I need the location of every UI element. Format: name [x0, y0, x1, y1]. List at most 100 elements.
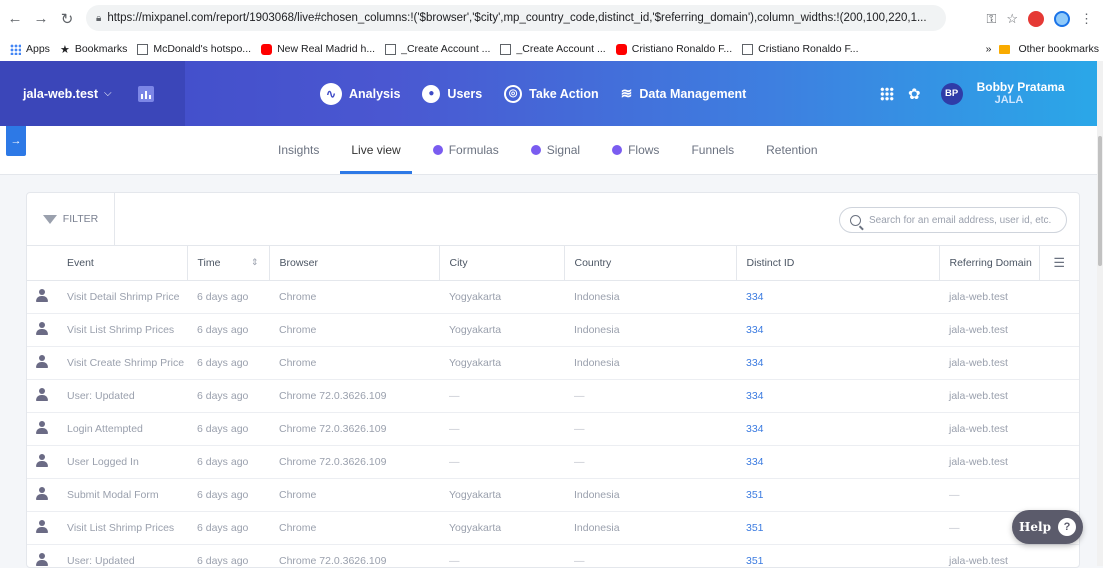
cell-referring-domain: jala-web.test: [939, 347, 1039, 380]
cell-event: User: Updated: [57, 380, 187, 413]
address-bar[interactable]: 🔒︎ https://mixpanel.com/report/1903068/l…: [86, 5, 946, 31]
nav-analysis[interactable]: ∿Analysis: [320, 83, 400, 105]
cell-country: —: [564, 545, 736, 568]
expand-sidebar-button[interactable]: →: [6, 126, 26, 156]
cell-distinct-id[interactable]: 334: [736, 347, 939, 380]
bookmark-item[interactable]: Cristiano Ronaldo F...: [616, 43, 732, 55]
tab-insights[interactable]: Insights: [262, 126, 335, 174]
cell-distinct-id[interactable]: 351: [736, 512, 939, 545]
cell-distinct-id[interactable]: 334: [736, 413, 939, 446]
cell-distinct-id[interactable]: 334: [736, 281, 939, 314]
bookmark-item[interactable]: New Real Madrid h...: [261, 43, 375, 55]
table-row[interactable]: Visit Detail Shrimp Price6 days agoChrom…: [27, 281, 1079, 314]
table-row[interactable]: User: Updated6 days agoChrome 72.0.3626.…: [27, 545, 1079, 568]
col-header-time[interactable]: Time⇕: [187, 246, 269, 281]
reload-icon[interactable]: ↻: [56, 8, 78, 30]
scrollbar-thumb[interactable]: [1098, 136, 1102, 266]
back-icon[interactable]: ←: [4, 8, 26, 30]
cell-event: Visit List Shrimp Prices: [57, 314, 187, 347]
user-icon[interactable]: [36, 421, 48, 434]
row-spacer: [1039, 446, 1079, 479]
cell-browser: Chrome 72.0.3626.109: [269, 413, 439, 446]
tab-signal[interactable]: Signal: [515, 126, 596, 174]
user-icon[interactable]: [36, 388, 48, 401]
scrollbar[interactable]: [1097, 61, 1103, 566]
cell-distinct-id[interactable]: 351: [736, 545, 939, 568]
apps-grid-icon[interactable]: [880, 87, 894, 101]
cell-event: Login Attempted: [57, 413, 187, 446]
user-icon[interactable]: [36, 520, 48, 533]
bookmark-apps[interactable]: Apps: [10, 43, 50, 55]
menu-icon[interactable]: ⋮: [1080, 11, 1093, 27]
user-icon[interactable]: [36, 487, 48, 500]
user-icon[interactable]: [36, 289, 48, 302]
more-bookmarks-button[interactable]: »: [986, 43, 992, 55]
user-menu[interactable]: Bobby Pratama JALA: [977, 81, 1065, 107]
cell-distinct-id[interactable]: 351: [736, 479, 939, 512]
profile-icon[interactable]: [1054, 11, 1070, 27]
bookmark-item[interactable]: _Create Account ...: [385, 43, 490, 55]
cell-distinct-id[interactable]: 334: [736, 380, 939, 413]
col-header-browser[interactable]: Browser: [269, 246, 439, 281]
table-row[interactable]: Login Attempted6 days agoChrome 72.0.362…: [27, 413, 1079, 446]
tab-flows[interactable]: Flows: [596, 126, 675, 174]
user-icon[interactable]: [36, 322, 48, 335]
key-icon[interactable]: ⚿: [986, 11, 996, 27]
forward-icon[interactable]: →: [30, 8, 52, 30]
avatar[interactable]: BP: [941, 83, 963, 105]
cell-distinct-id[interactable]: 334: [736, 314, 939, 347]
search-input[interactable]: Search for an email address, user id, et…: [839, 207, 1067, 233]
nav-take-action[interactable]: ◎Take Action: [504, 85, 598, 103]
col-header-city[interactable]: City: [439, 246, 564, 281]
col-header-referring-domain[interactable]: Referring Domain: [939, 246, 1039, 281]
table-row[interactable]: Visit Create Shrimp Price6 days agoChrom…: [27, 347, 1079, 380]
page-icon: [742, 44, 753, 55]
user-icon[interactable]: [36, 355, 48, 368]
col-header-distinct-id[interactable]: Distinct ID: [736, 246, 939, 281]
table-row[interactable]: User: Updated6 days agoChrome 72.0.3626.…: [27, 380, 1079, 413]
tab-formulas[interactable]: Formulas: [417, 126, 515, 174]
filter-button[interactable]: FILTER: [27, 193, 115, 245]
user-icon[interactable]: [36, 454, 48, 467]
project-switcher[interactable]: jala-web.test ⌵: [0, 61, 185, 126]
cell-country: Indonesia: [564, 479, 736, 512]
header-spacer: [27, 246, 57, 281]
events-table: Event Time⇕ Browser City Country Distinc…: [27, 246, 1079, 568]
gear-icon[interactable]: ✿: [908, 85, 921, 103]
tab-retention[interactable]: Retention: [750, 126, 833, 174]
tab-funnels[interactable]: Funnels: [675, 126, 750, 174]
cell-browser: Chrome: [269, 314, 439, 347]
cell-city: —: [439, 413, 564, 446]
cell-time: 6 days ago: [187, 413, 269, 446]
help-button[interactable]: Help ?: [1012, 510, 1083, 544]
col-header-event[interactable]: Event: [57, 246, 187, 281]
table-row[interactable]: Submit Modal Form6 days agoChromeYogyaka…: [27, 479, 1079, 512]
bookmark-item[interactable]: _Create Account ...: [500, 43, 605, 55]
row-spacer: [1039, 281, 1079, 314]
cell-time: 6 days ago: [187, 314, 269, 347]
table-row[interactable]: Visit List Shrimp Prices6 days agoChrome…: [27, 512, 1079, 545]
nav-users[interactable]: ●Users: [422, 85, 482, 103]
dashboard-icon[interactable]: [138, 86, 154, 102]
table-row[interactable]: User Logged In6 days agoChrome 72.0.3626…: [27, 446, 1079, 479]
extension-icon[interactable]: [1028, 11, 1044, 27]
cell-time: 6 days ago: [187, 446, 269, 479]
user-icon[interactable]: [36, 553, 48, 566]
tab-live-view[interactable]: Live view: [335, 126, 416, 174]
org-name: JALA: [977, 94, 1065, 107]
cell-referring-domain: jala-web.test: [939, 314, 1039, 347]
column-settings-icon[interactable]: ☰: [1039, 246, 1079, 281]
other-bookmarks[interactable]: Other bookmarks: [1018, 43, 1099, 55]
cell-country: —: [564, 446, 736, 479]
cell-distinct-id[interactable]: 334: [736, 446, 939, 479]
bookmark-item[interactable]: Cristiano Ronaldo F...: [742, 43, 858, 55]
nav-data-management[interactable]: ≋Data Management: [621, 85, 747, 102]
bookmark-bookmarks[interactable]: ★Bookmarks: [60, 43, 127, 56]
page-icon: [385, 44, 396, 55]
col-header-country[interactable]: Country: [564, 246, 736, 281]
table-row[interactable]: Visit List Shrimp Prices6 days agoChrome…: [27, 314, 1079, 347]
sort-icon[interactable]: ⇕: [251, 257, 259, 268]
cell-city: —: [439, 446, 564, 479]
bookmark-star-icon[interactable]: ☆: [1006, 11, 1018, 27]
bookmark-item[interactable]: McDonald's hotspo...: [137, 43, 251, 55]
